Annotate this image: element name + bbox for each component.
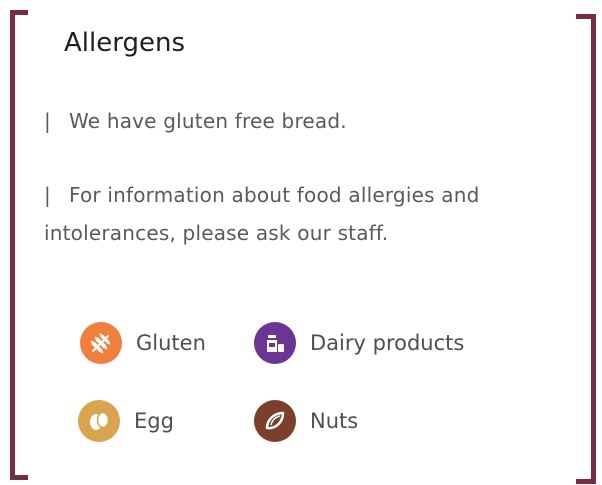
left-bracket-decoration — [10, 10, 28, 480]
gluten-free-note: | We have gluten free bread. — [44, 102, 347, 140]
gluten-free-text: We have gluten free bread. — [68, 109, 347, 133]
wheat-icon — [80, 322, 122, 364]
separator: | — [44, 183, 51, 207]
allergen-gluten: Gluten — [80, 322, 206, 364]
allergen-dairy: Dairy products — [254, 322, 464, 364]
milk-icon — [254, 322, 296, 364]
allergen-nuts: Nuts — [254, 400, 358, 442]
separator: | — [44, 109, 51, 133]
section-title: Allergens — [64, 28, 185, 58]
right-bracket-decoration — [576, 14, 596, 484]
allergy-info-text: For information about food allergies and… — [44, 183, 480, 245]
allergen-label: Dairy products — [310, 331, 465, 355]
allergen-label: Egg — [134, 409, 174, 433]
nut-icon — [254, 400, 296, 442]
allergen-label: Gluten — [136, 331, 206, 355]
allergen-egg: Egg — [78, 400, 174, 442]
egg-icon — [78, 400, 120, 442]
allergy-info-note: | For information about food allergies an… — [44, 176, 544, 252]
allergen-label: Nuts — [310, 409, 359, 433]
